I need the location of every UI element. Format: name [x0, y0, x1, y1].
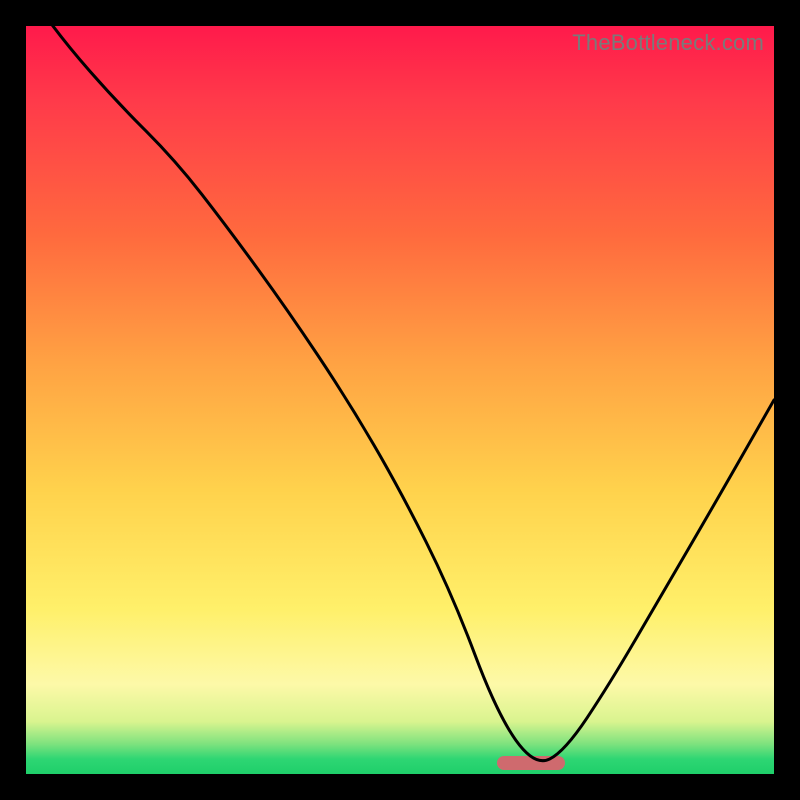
curve-path — [26, 26, 774, 761]
plot-area: TheBottleneck.com — [26, 26, 774, 774]
bottleneck-curve — [26, 26, 774, 774]
chart-frame: TheBottleneck.com — [0, 0, 800, 800]
